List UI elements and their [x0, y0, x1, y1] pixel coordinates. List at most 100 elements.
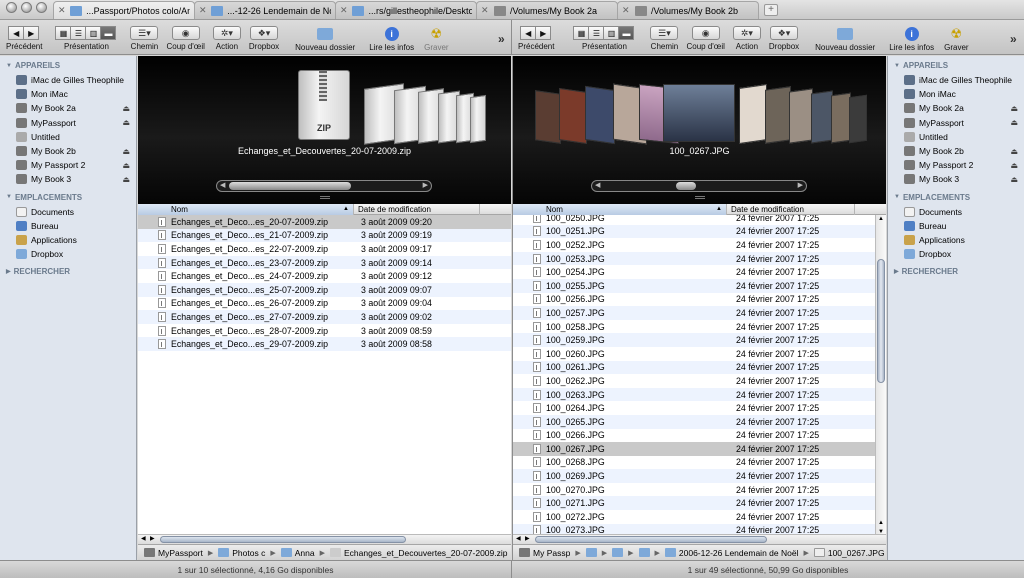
close-window-button[interactable]: [6, 1, 17, 13]
tab-close-icon[interactable]: ✕: [622, 5, 631, 16]
file-row[interactable]: Echanges_et_Deco...es_23-07-2009.zip 3 ao…: [138, 255, 511, 270]
file-row[interactable]: Echanges_et_Deco...es_25-07-2009.zip 3 ao…: [138, 282, 511, 297]
file-row[interactable]: 100_0272.JPG 24 février 2007 17:25: [513, 510, 875, 524]
toolbar-overflow-icon[interactable]: »: [1010, 32, 1017, 46]
file-row[interactable]: Echanges_et_Deco...es_27-07-2009.zip 3 ao…: [138, 310, 511, 324]
file-row[interactable]: 100_0258.JPG 24 février 2007 17:25: [513, 320, 875, 334]
zip-file-preview[interactable]: [470, 94, 486, 144]
photo-thumbnail[interactable]: [739, 84, 767, 144]
zip-file-preview[interactable]: ZIP: [298, 70, 350, 140]
scroll-up-icon[interactable]: ▲: [878, 520, 884, 526]
file-row[interactable]: 100_0269.JPG 24 février 2007 17:25: [513, 469, 875, 483]
horizontal-scroll-thumb[interactable]: [535, 536, 767, 543]
path-crumb[interactable]: MyPassport: [144, 548, 203, 558]
file-row[interactable]: 100_0262.JPG 24 février 2007 17:25: [513, 374, 875, 388]
action-button[interactable]: ✲▾ Action: [212, 26, 241, 51]
file-row[interactable]: 100_0260.JPG 24 février 2007 17:25: [513, 347, 875, 361]
photo-thumbnail[interactable]: [585, 85, 615, 145]
tab-close-icon[interactable]: ✕: [199, 5, 207, 16]
eject-icon[interactable]: ⏏: [122, 104, 130, 113]
file-row[interactable]: 100_0253.JPG 24 février 2007 17:25: [513, 251, 875, 266]
photo-thumbnail[interactable]: [765, 86, 791, 144]
file-row[interactable]: 100_0265.JPG 24 février 2007 17:25: [513, 414, 875, 429]
eject-icon[interactable]: ⏏: [122, 118, 130, 127]
column-view-icon[interactable]: ▥: [603, 26, 620, 40]
path-button[interactable]: ☰▾ Chemin: [650, 26, 679, 51]
resize-handle-icon[interactable]: [694, 196, 705, 199]
sidebar-item-mypassport[interactable]: MyPassport ⏏: [888, 116, 1024, 130]
list-view-icon[interactable]: ☰: [588, 26, 605, 40]
sidebar-item-applications[interactable]: Applications: [0, 233, 136, 247]
places-section[interactable]: ▼ EMPLACEMENTS: [888, 191, 1024, 205]
places-section[interactable]: ▼ EMPLACEMENTS: [0, 191, 136, 205]
sidebar-item-dropbox[interactable]: Dropbox: [888, 247, 1024, 261]
sidebar-item-dropbox[interactable]: Dropbox: [0, 247, 136, 261]
file-row[interactable]: 100_0259.JPG 24 février 2007 17:25: [513, 333, 875, 347]
sidebar-item-bureau[interactable]: Bureau: [888, 219, 1024, 233]
file-row[interactable]: 100_0252.JPG 24 février 2007 17:25: [513, 238, 875, 252]
sidebar-item-mon-imac[interactable]: Mon iMac: [0, 87, 136, 101]
eject-icon[interactable]: ⏏: [1010, 118, 1018, 127]
file-row[interactable]: 100_0266.JPG 24 février 2007 17:25: [513, 429, 875, 443]
coverflow-view-icon[interactable]: ▬: [100, 26, 117, 40]
new-folder-button[interactable]: Nouveau dossier: [295, 26, 355, 52]
quicklook-button[interactable]: ◉ Coup d'œil: [166, 26, 205, 51]
eject-icon[interactable]: ⏏: [122, 147, 130, 156]
search-section[interactable]: ▶ RECHERCHER: [0, 265, 136, 279]
eject-icon[interactable]: ⏏: [1010, 147, 1018, 156]
scroll-right-icon[interactable]: ▶: [525, 535, 530, 542]
sidebar-item-applications[interactable]: Applications: [888, 233, 1024, 247]
path-button[interactable]: ☰▾ Chemin: [130, 26, 159, 51]
sidebar-item-my-book-2b[interactable]: My Book 2b ⏏: [0, 144, 136, 158]
back-arrow-icon[interactable]: ◀: [520, 26, 537, 40]
get-info-button[interactable]: i Lire les infos: [369, 26, 414, 52]
file-row[interactable]: 100_0250.JPG 24 février 2007 17:25: [513, 215, 875, 225]
file-row[interactable]: 100_0257.JPG 24 février 2007 17:25: [513, 306, 875, 320]
coverflow-scrollbar[interactable]: ◀ ▶: [216, 180, 432, 192]
new-tab-button[interactable]: +: [764, 4, 778, 16]
path-crumb[interactable]: Anna: [280, 548, 315, 558]
path-crumb[interactable]: [638, 548, 650, 557]
file-row[interactable]: Echanges_et_Deco...es_28-07-2009.zip 3 ao…: [138, 324, 511, 338]
coverflow-scrollbar[interactable]: ◀ ▶: [591, 180, 807, 192]
column-header-name[interactable]: Nom ▲: [513, 204, 727, 215]
file-row[interactable]: Echanges_et_Deco...es_26-07-2009.zip 3 ao…: [138, 297, 511, 311]
forward-arrow-icon[interactable]: ▶: [535, 26, 552, 40]
search-section[interactable]: ▶ RECHERCHER: [888, 265, 1024, 279]
file-row[interactable]: 100_0270.JPG 24 février 2007 17:25: [513, 483, 875, 497]
sidebar-item-bureau[interactable]: Bureau: [0, 219, 136, 233]
back-arrow-icon[interactable]: ◀: [8, 26, 25, 40]
photo-thumbnail[interactable]: [535, 90, 561, 144]
path-crumb[interactable]: [585, 548, 597, 557]
scroll-right-icon[interactable]: ▶: [423, 181, 428, 191]
path-crumb[interactable]: 100_0267.JPG: [813, 548, 885, 558]
scroll-right-icon[interactable]: ▶: [150, 535, 155, 542]
tab-4[interactable]: ✕/Volumes/My Book 2a: [476, 1, 618, 19]
minimize-window-button[interactable]: [21, 1, 32, 13]
file-row[interactable]: 100_0273.JPG 24 février 2007 17:25: [513, 523, 875, 534]
photo-thumbnail-selected[interactable]: [663, 84, 735, 142]
tab-2[interactable]: ✕ ...-12-26 Lendemain de Noël: [194, 1, 336, 19]
devices-section[interactable]: ▼ APPAREILS: [888, 59, 1024, 73]
tab-5[interactable]: ✕/Volumes/My Book 2b: [617, 1, 759, 19]
sidebar-item-my-book-3[interactable]: My Book 3 ⏏: [0, 172, 136, 186]
dropbox-button[interactable]: ❖▾ Dropbox: [249, 26, 279, 51]
scroll-up-icon[interactable]: ▲: [878, 216, 884, 222]
photo-thumbnail[interactable]: [831, 92, 851, 144]
file-row[interactable]: 100_0251.JPG 24 février 2007 17:25: [513, 224, 875, 239]
tab-close-icon[interactable]: ✕: [481, 5, 490, 16]
scroll-left-icon[interactable]: ◀: [141, 535, 146, 542]
new-folder-button[interactable]: Nouveau dossier: [815, 26, 875, 52]
vertical-scrollbar[interactable]: ▲ ▲ ▼: [875, 215, 886, 536]
sidebar-item-documents[interactable]: Documents: [888, 205, 1024, 219]
forward-arrow-icon[interactable]: ▶: [23, 26, 40, 40]
file-row[interactable]: 100_0254.JPG 24 février 2007 17:25: [513, 265, 875, 279]
action-button[interactable]: ✲▾ Action: [732, 26, 761, 51]
scroll-left-icon[interactable]: ◀: [220, 181, 225, 191]
eject-icon[interactable]: ⏏: [1010, 104, 1018, 113]
tab-1[interactable]: ✕...Passport/Photos colo/Anna: [53, 1, 195, 19]
burn-button[interactable]: ☢ Graver: [944, 26, 968, 52]
icon-view-icon[interactable]: ▦: [55, 26, 72, 40]
dropbox-button[interactable]: ❖▾ Dropbox: [769, 26, 799, 51]
photo-thumbnail[interactable]: [811, 90, 833, 144]
